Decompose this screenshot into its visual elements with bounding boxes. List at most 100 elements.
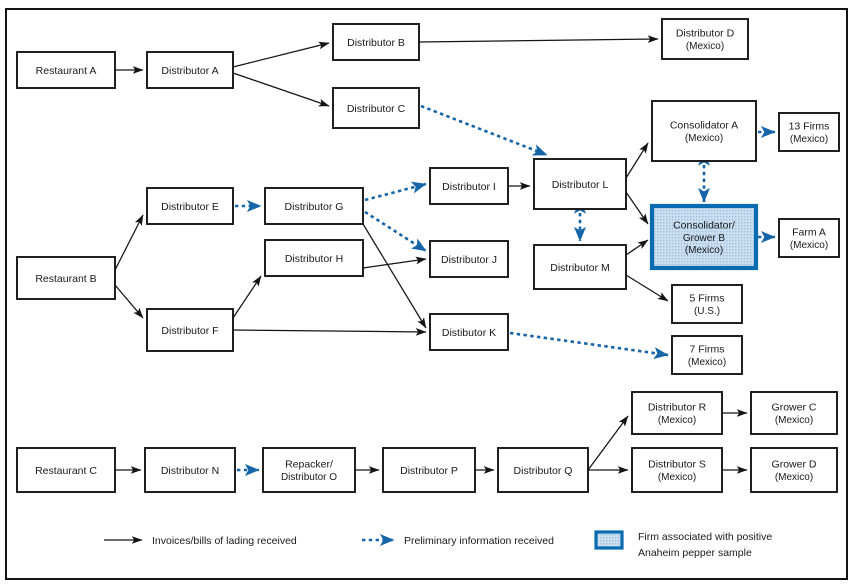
edge-distM-to-consGrowB	[625, 239, 649, 256]
node-repO[interactable]: Repacker/Distributor O	[262, 447, 356, 493]
edge-distA-to-distB	[232, 41, 330, 68]
node-label-distM-line1: Distributor M	[550, 262, 610, 274]
node-label-consA-line2: (Mexico)	[685, 133, 723, 144]
node-distI[interactable]: Distributor I	[429, 167, 509, 205]
edge-distF-to-distH	[232, 275, 262, 319]
node-label-distJ-line1: Distributor J	[441, 254, 497, 266]
legend-label-swatch-line1: Firm associated with positive	[638, 531, 772, 543]
node-label-distB-line1: Distributor B	[347, 37, 405, 49]
node-label-distA-line1: Distributor A	[161, 65, 218, 77]
node-distE[interactable]: Distributor E	[146, 187, 234, 225]
edge-distL-to-consA	[625, 142, 649, 179]
traceback-diagram: Restaurant A Distributor A Distributor B Di…	[5, 8, 848, 580]
node-farmA[interactable]: Farm A(Mexico)	[778, 218, 840, 258]
edge-distG-to-distJ	[364, 210, 427, 253]
node-distK[interactable]: Distibutor K	[429, 313, 509, 351]
node-label-firms7-line1: 7 Firms	[690, 344, 725, 356]
node-distQ[interactable]: Distributor Q	[497, 447, 589, 493]
edge-restB-to-distF	[114, 284, 144, 319]
node-label-distF-line1: Distributor F	[161, 325, 218, 337]
node-label-distH-line1: Distributor H	[285, 253, 343, 265]
node-label-restB-line1: Restaurant B	[35, 273, 96, 285]
node-distA[interactable]: Distributor A	[146, 51, 234, 89]
edge-distG-to-distK	[362, 223, 427, 329]
node-restC[interactable]: Restaurant C	[16, 447, 116, 493]
node-distD[interactable]: Distributor D(Mexico)	[661, 18, 749, 60]
node-distS[interactable]: Distributor S(Mexico)	[631, 447, 723, 493]
node-label-repO-line1: Repacker/	[285, 459, 333, 471]
legend-label-swatch-line2: Anaheim pepper sample	[638, 547, 752, 559]
legend-item-swatch: Firm associated with positive Anaheim pe…	[594, 530, 772, 559]
node-distG[interactable]: Distributor G	[264, 187, 364, 225]
blue-swatch-icon	[594, 530, 624, 550]
node-firms7[interactable]: 7 Firms(Mexico)	[671, 335, 743, 375]
node-distP[interactable]: Distributor P	[382, 447, 476, 493]
edge-distC-to-distL	[420, 104, 548, 157]
edge-restB-to-distE	[114, 214, 144, 271]
edge-distL-to-consGrowB	[625, 191, 649, 225]
node-label-distP-line1: Distributor P	[400, 465, 458, 477]
node-label-distN-line1: Distributor N	[161, 465, 219, 477]
node-restB[interactable]: Restaurant B	[16, 256, 116, 300]
node-growC[interactable]: Grower C(Mexico)	[750, 391, 838, 435]
node-label-distE-line1: Distributor E	[161, 201, 219, 213]
node-distC[interactable]: Distributor C	[332, 87, 420, 129]
node-label-distI-line1: Distributor I	[442, 181, 496, 193]
node-label-firms5-line1: 5 Firms	[690, 293, 725, 305]
node-label-distR-line2: (Mexico)	[658, 415, 696, 426]
edge-distA-to-distC	[232, 72, 330, 107]
node-label-growC-line1: Grower C	[772, 402, 817, 414]
legend-label-solid: Invoices/bills of lading received	[152, 535, 297, 547]
node-label-distG-line1: Distributor G	[285, 201, 344, 213]
node-distR[interactable]: Distributor R(Mexico)	[631, 391, 723, 435]
node-label-restC-line1: Restaurant C	[35, 465, 97, 477]
node-label-distC-line1: Distributor C	[347, 103, 406, 115]
node-label-consGrowB-line1: Consolidator/	[673, 220, 735, 232]
node-distL[interactable]: Distributor L	[533, 158, 627, 210]
node-label-distD-line2: (Mexico)	[686, 41, 724, 52]
node-distH[interactable]: Distributor H	[264, 239, 364, 277]
node-label-restA-line1: Restaurant A	[36, 65, 97, 77]
node-growD[interactable]: Grower D(Mexico)	[750, 447, 838, 493]
edge-distK-to-firms7	[509, 331, 669, 359]
edge-distF-to-distK	[232, 328, 427, 336]
node-label-growD-line1: Grower D	[772, 459, 817, 471]
legend-item-dotted: Preliminary information received	[362, 534, 554, 547]
node-consA[interactable]: Consolidator A(Mexico)	[651, 100, 757, 162]
node-label-distS-line1: Distributor S	[648, 459, 706, 471]
diagram-canvas: Restaurant A Distributor A Distributor B Di…	[0, 0, 853, 588]
node-distF[interactable]: Distributor F	[146, 308, 234, 352]
legend-label-dotted: Preliminary information received	[404, 535, 554, 547]
node-distN[interactable]: Distributor N	[144, 447, 236, 493]
node-label-firms7-line2: (Mexico)	[688, 357, 726, 368]
edge-distH-to-distJ	[362, 256, 427, 269]
node-distM[interactable]: Distributor M	[533, 244, 627, 290]
node-label-farmA-line2: (Mexico)	[790, 240, 828, 251]
node-label-consGrowB-line2: Grower B	[683, 233, 726, 244]
node-label-growC-line2: (Mexico)	[775, 415, 813, 426]
edge-distB-to-distD	[418, 35, 659, 44]
node-label-firms13-line1: 13 Firms	[789, 121, 830, 133]
node-layer: Restaurant A Distributor A Distributor B Di…	[16, 18, 840, 493]
legend-item-solid: Invoices/bills of lading received	[104, 535, 297, 547]
node-distJ[interactable]: Distributor J	[429, 240, 509, 278]
node-label-firms13-line2: (Mexico)	[790, 134, 828, 145]
node-label-distD-line1: Distributor D	[676, 28, 735, 40]
node-label-distS-line2: (Mexico)	[658, 472, 696, 483]
node-label-consA-line1: Consolidator A	[670, 120, 738, 132]
node-label-distK-line1: Distibutor K	[442, 327, 496, 339]
node-label-firms5-line2: (U.S.)	[694, 306, 720, 317]
node-label-consGrowB-line3: (Mexico)	[685, 245, 723, 256]
node-label-distQ-line1: Distributor Q	[514, 465, 573, 477]
node-label-growD-line2: (Mexico)	[775, 472, 813, 483]
node-label-farmA-line1: Farm A	[792, 227, 826, 239]
node-label-distL-line1: Distributor L	[552, 179, 609, 191]
node-firms5[interactable]: 5 Firms(U.S.)	[671, 284, 743, 324]
node-label-distR-line1: Distributor R	[648, 402, 707, 414]
node-restA[interactable]: Restaurant A	[16, 51, 116, 89]
edge-distG-to-distI	[364, 181, 427, 202]
node-consGrowB[interactable]: Consolidator/Grower B(Mexico)	[649, 203, 759, 271]
node-distB[interactable]: Distributor B	[332, 23, 420, 61]
edge-distM-to-firms5	[625, 274, 669, 302]
node-firms13[interactable]: 13 Firms(Mexico)	[778, 112, 840, 152]
